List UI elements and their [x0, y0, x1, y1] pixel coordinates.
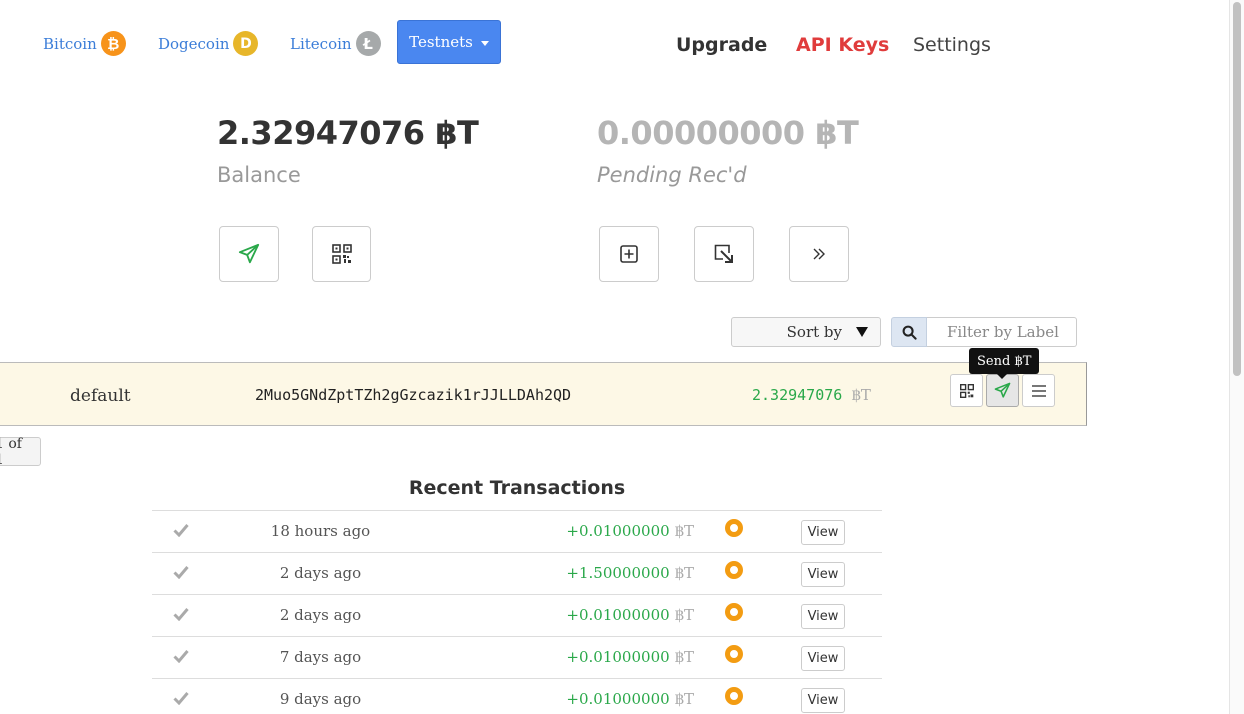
dogecoin-icon: D [233, 31, 259, 56]
pagination-indicator: 1 of 1 [0, 436, 41, 468]
transaction-row: 9 days ago +0.01000000 ฿T View [152, 678, 882, 714]
view-transaction-button[interactable]: View [801, 646, 845, 671]
scrollbar-thumb[interactable] [1233, 2, 1241, 376]
address-row: default 2Muo5GNdZptTZh2gGzcazik1rJJLLDAh… [0, 362, 1087, 426]
transaction-time: 7 days ago [279, 648, 362, 666]
checkmark-icon [173, 524, 189, 537]
view-transaction-button[interactable]: View [801, 562, 845, 587]
search-button[interactable] [891, 317, 927, 347]
nav-litecoin-label: Litecoin [290, 34, 352, 53]
add-address-button[interactable] [599, 226, 659, 282]
testnets-label: Testnets [409, 33, 473, 51]
view-transaction-button[interactable]: View [801, 520, 845, 545]
transaction-amount: +0.01000000 ฿T [566, 522, 694, 540]
checkmark-icon [173, 650, 189, 663]
settings-link[interactable]: Settings [913, 34, 991, 56]
hamburger-menu-icon [1031, 384, 1046, 397]
view-transaction-button[interactable]: View [801, 604, 845, 629]
checkmark-icon [173, 566, 189, 579]
address-balance-unit: ฿T [851, 386, 871, 404]
litecoin-icon: Ł [355, 31, 381, 56]
view-transaction-button[interactable]: View [801, 688, 845, 713]
nav-bitcoin-label: Bitcoin [43, 34, 97, 53]
import-button[interactable] [694, 226, 754, 282]
transaction-row: 2 days ago +0.01000000 ฿T View [152, 594, 882, 636]
transaction-row: 7 days ago +0.01000000 ฿T View [152, 636, 882, 678]
checkmark-icon [173, 608, 189, 621]
pending-status-icon [725, 561, 743, 579]
nav-dogecoin-label: Dogecoin [158, 34, 230, 53]
recent-transactions-title: Recent Transactions [408, 477, 626, 499]
api-keys-link[interactable]: API Keys [796, 34, 889, 56]
transaction-amount: +0.01000000 ฿T [566, 648, 694, 666]
transactions-table: 18 hours ago +0.01000000 ฿T View 2 days … [152, 510, 882, 714]
pending-status-icon [725, 603, 743, 621]
transaction-amount-value: +0.01000000 [566, 522, 670, 540]
transaction-row: 2 days ago +1.50000000 ฿T View [152, 552, 882, 594]
filter-by-label-input[interactable] [927, 317, 1077, 347]
address-label: default [70, 386, 131, 406]
nav-litecoin-link[interactable]: Litecoin Ł [290, 31, 381, 56]
address-balance-value: 2.32947076 [752, 386, 843, 404]
arrow-down-right-box-icon [714, 244, 733, 263]
transaction-amount-unit: ฿T [674, 564, 694, 582]
sort-by-label: Sort by [786, 323, 842, 341]
transaction-time: 18 hours ago [270, 522, 371, 540]
transaction-amount-unit: ฿T [674, 606, 694, 624]
paper-plane-icon [238, 243, 260, 264]
transaction-row: 18 hours ago +0.01000000 ฿T View [152, 510, 882, 552]
triangle-down-icon [856, 327, 868, 337]
pending-status-icon [725, 645, 743, 663]
qr-code-icon [331, 244, 352, 264]
checkmark-icon [173, 692, 189, 705]
testnets-dropdown-button[interactable]: Testnets [397, 20, 501, 64]
address-qr-button[interactable] [950, 374, 983, 407]
qr-code-icon [959, 383, 974, 398]
search-icon [902, 325, 917, 340]
address-balance: 2.32947076 ฿T [752, 386, 871, 404]
balance-label: Balance [217, 163, 301, 187]
upgrade-link[interactable]: Upgrade [676, 34, 767, 56]
pending-status-icon [725, 687, 743, 705]
transaction-amount-value: +0.01000000 [566, 648, 670, 666]
bitcoin-icon: ₿ [100, 31, 126, 56]
balance-amount: 2.32947076 ฿T [217, 114, 479, 152]
nav-dogecoin-link[interactable]: Dogecoin D [158, 31, 259, 56]
transaction-amount: +0.01000000 ฿T [566, 606, 694, 624]
transaction-time: 9 days ago [279, 690, 362, 708]
pending-status-icon [725, 519, 743, 537]
send-tooltip: Send ฿T [969, 348, 1040, 379]
transaction-amount-unit: ฿T [674, 690, 694, 708]
vertical-scrollbar[interactable] [1229, 0, 1244, 714]
address-text[interactable]: 2Muo5GNdZptTZh2gGzcazik1rJJLLDAh2QD [255, 386, 571, 404]
more-forward-button[interactable] [789, 226, 849, 282]
transaction-time: 2 days ago [279, 564, 362, 582]
transaction-amount-value: +0.01000000 [566, 690, 670, 708]
transaction-amount-value: +1.50000000 [566, 564, 670, 582]
pending-label: Pending Rec'd [597, 163, 747, 187]
pending-amount: 0.00000000 ฿T [597, 114, 859, 152]
transaction-amount-value: +0.01000000 [566, 606, 670, 624]
send-button[interactable] [219, 226, 279, 282]
plus-square-icon [620, 245, 638, 263]
paper-plane-icon [994, 382, 1011, 398]
transaction-amount-unit: ฿T [674, 522, 694, 540]
transaction-amount-unit: ฿T [674, 648, 694, 666]
transaction-amount: +0.01000000 ฿T [566, 690, 694, 708]
double-chevron-right-icon [813, 248, 825, 260]
receive-qr-button[interactable] [312, 226, 371, 282]
sort-by-select[interactable]: Sort by [731, 317, 881, 347]
transaction-time: 2 days ago [279, 606, 362, 624]
nav-bitcoin-link[interactable]: Bitcoin ₿ [43, 31, 126, 56]
caret-down-icon [480, 40, 489, 46]
transaction-amount: +1.50000000 ฿T [566, 564, 694, 582]
address-menu-button[interactable] [1022, 374, 1055, 407]
